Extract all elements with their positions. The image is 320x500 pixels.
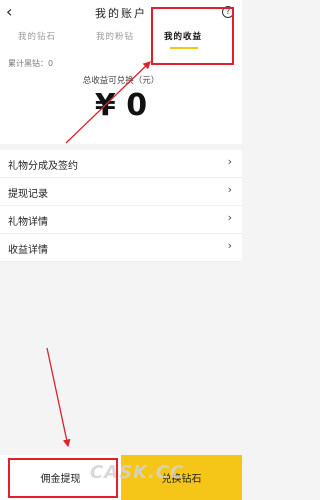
menu-item-withdraw-records[interactable]: 提现记录 › [0, 178, 242, 206]
chevron-right-icon: › [227, 155, 232, 168]
accumulated-black-diamonds: 累计黑钻：0 [8, 59, 54, 68]
menu-item-gift-details[interactable]: 礼物详情 › [0, 206, 242, 234]
chevron-right-icon: › [227, 183, 232, 196]
highlight-box-button [8, 458, 118, 498]
menu-item-earnings-details[interactable]: 收益详情 › [0, 234, 242, 262]
arrow-to-withdraw-button [46, 347, 71, 448]
chevron-right-icon: › [227, 239, 232, 252]
menu-list: 礼物分成及签约 › 提现记录 › 礼物详情 › 收益详情 › [0, 150, 242, 262]
menu-item-gift-share[interactable]: 礼物分成及签约 › [0, 150, 242, 178]
earnings-amount: ¥ 0 [94, 88, 148, 123]
chevron-right-icon: › [227, 211, 232, 224]
menu-item-label: 提现记录 [8, 189, 48, 200]
tab-my-diamonds[interactable]: 我的钻石 [18, 30, 56, 42]
tab-my-pink-diamonds[interactable]: 我的粉钻 [96, 30, 134, 42]
menu-item-label: 收益详情 [8, 245, 48, 256]
total-earnings-label: 总收益可兑换（元） [82, 76, 160, 86]
menu-item-label: 礼物分成及签约 [8, 161, 78, 172]
highlight-box-tab [151, 7, 234, 65]
menu-item-label: 礼物详情 [8, 217, 48, 228]
